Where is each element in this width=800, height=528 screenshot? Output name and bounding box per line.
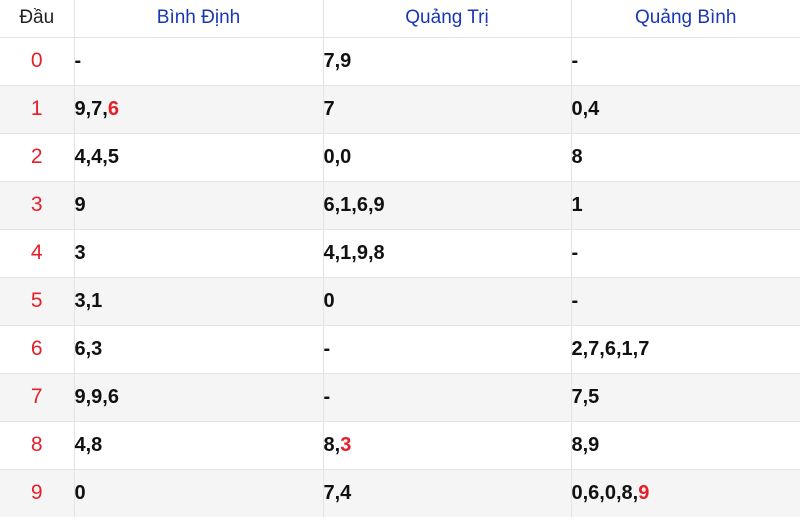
table-cell: 9,9,6 (73, 372, 324, 422)
cell-digits: - (74, 49, 82, 72)
table-cell: 4,8 (73, 420, 324, 470)
table-cell: 0,0 (322, 132, 572, 182)
table-cell: - (570, 36, 800, 86)
table-cell: 0,6,0,8,9 (570, 468, 800, 517)
table-row: 9 0 7,4 0,6,0,8,9 (0, 468, 800, 517)
cell-digits: 8, (323, 433, 341, 456)
table-cell: 0 (322, 276, 572, 326)
cell-digits: 8,9 (571, 433, 600, 456)
table-row: 0 - 7,9 - (0, 36, 800, 86)
cell-digits: 7,9 (323, 49, 352, 72)
dau-cell: 2 (0, 132, 75, 182)
header-quang-binh[interactable]: Quảng Bình (570, 0, 800, 38)
dau-cell: 5 (0, 276, 75, 326)
cell-digits: 0,4 (571, 97, 600, 120)
table-row: 8 4,8 8,3 8,9 (0, 420, 800, 470)
cell-digits: 1 (571, 193, 583, 216)
cell-digits: 3 (74, 241, 86, 264)
cell-digits: - (571, 49, 579, 72)
table-cell: - (322, 372, 572, 422)
table-row: 3 9 6,1,6,9 1 (0, 180, 800, 230)
table-row: 7 9,9,6 - 7,5 (0, 372, 800, 422)
table-cell: 0,4 (570, 84, 800, 134)
cell-digits: 0,6,0,8, (571, 481, 639, 504)
table-cell: 4,4,5 (73, 132, 324, 182)
dau-cell: 8 (0, 420, 75, 470)
cell-digits: - (323, 385, 331, 408)
dau-cell: 9 (0, 468, 75, 517)
cell-highlight-digit: 6 (107, 97, 119, 120)
table-cell: 7,5 (570, 372, 800, 422)
table-cell: 6,1,6,9 (322, 180, 572, 230)
table-cell: 1 (570, 180, 800, 230)
dau-cell: 3 (0, 180, 75, 230)
table-cell: 7,9 (322, 36, 572, 86)
table-cell: 9,7,6 (73, 84, 324, 134)
cell-digits: 9 (74, 193, 86, 216)
header-row: Đầu Bình Định Quảng Trị Quảng Bình (0, 0, 800, 38)
cell-digits: 4,8 (74, 433, 103, 456)
table-cell: 8,9 (570, 420, 800, 470)
table-row: 6 6,3 - 2,7,6,1,7 (0, 324, 800, 374)
header-dau: Đầu (0, 0, 75, 38)
table-cell: 2,7,6,1,7 (570, 324, 800, 374)
table-cell: 7 (322, 84, 572, 134)
cell-digits: - (571, 241, 579, 264)
dau-cell: 0 (0, 36, 75, 86)
table-cell: 3,1 (73, 276, 324, 326)
cell-digits: 0 (74, 481, 86, 504)
loto-head-table: Đầu Bình Định Quảng Trị Quảng Bình 0 - 7… (0, 0, 800, 517)
cell-highlight-digit: 3 (340, 433, 352, 456)
table-cell: 8 (570, 132, 800, 182)
dau-cell: 6 (0, 324, 75, 374)
table-cell: 4,1,9,8 (322, 228, 572, 278)
table-row: 5 3,1 0 - (0, 276, 800, 326)
table-cell: - (570, 276, 800, 326)
cell-digits: 3,1 (74, 289, 103, 312)
cell-digits: 8 (571, 145, 583, 168)
cell-digits: - (571, 289, 579, 312)
table-cell: 0 (73, 468, 324, 517)
table-cell: 9 (73, 180, 324, 230)
table-cell: 7,4 (322, 468, 572, 517)
cell-digits: 9,9,6 (74, 385, 119, 408)
header-quang-tri[interactable]: Quảng Trị (322, 0, 572, 38)
table-cell: - (570, 228, 800, 278)
table-row: 1 9,7,6 7 0,4 (0, 84, 800, 134)
cell-digits: 0 (323, 289, 335, 312)
cell-digits: 6,1,6,9 (323, 193, 385, 216)
table-row: 2 4,4,5 0,0 8 (0, 132, 800, 182)
table-cell: 3 (73, 228, 324, 278)
cell-digits: 7 (323, 97, 335, 120)
dau-cell: 4 (0, 228, 75, 278)
cell-digits: 6,3 (74, 337, 103, 360)
table-cell: 8,3 (322, 420, 572, 470)
cell-digits: - (323, 337, 331, 360)
cell-digits: 7,4 (323, 481, 352, 504)
cell-digits: 4,1,9,8 (323, 241, 385, 264)
cell-highlight-digit: 9 (638, 481, 650, 504)
table-cell: - (73, 36, 324, 86)
cell-digits: 0,0 (323, 145, 352, 168)
dau-cell: 1 (0, 84, 75, 134)
cell-digits: 9,7, (74, 97, 108, 120)
table-cell: - (322, 324, 572, 374)
table-cell: 6,3 (73, 324, 324, 374)
table-row: 4 3 4,1,9,8 - (0, 228, 800, 278)
dau-cell: 7 (0, 372, 75, 422)
cell-digits: 7,5 (571, 385, 600, 408)
cell-digits: 4,4,5 (74, 145, 119, 168)
cell-digits: 2,7,6,1,7 (571, 337, 650, 360)
header-binh-dinh[interactable]: Bình Định (73, 0, 324, 38)
